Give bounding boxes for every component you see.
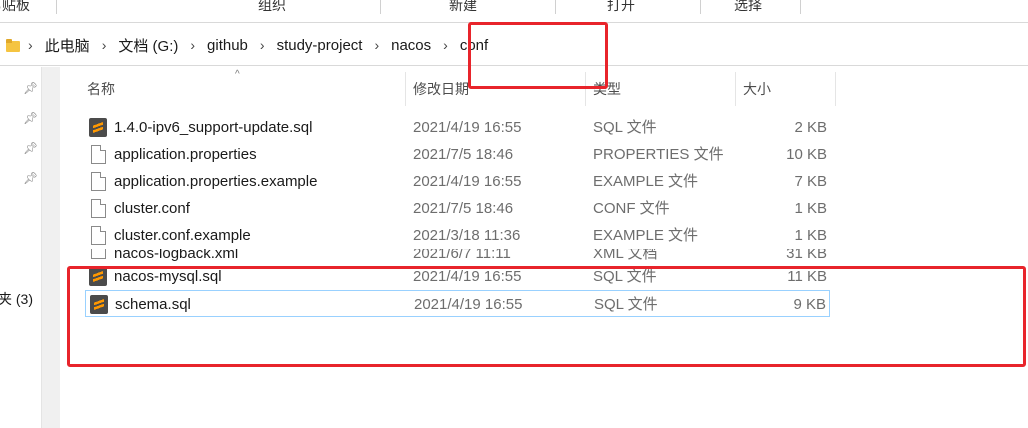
file-date: 2021/7/5 18:46: [413, 146, 514, 163]
breadcrumb-github[interactable]: github: [207, 37, 248, 54]
column-header-name[interactable]: 名称: [80, 72, 406, 106]
file-row[interactable]: nacos-logback.xml 2021/6/7 11:11 XML 文档 …: [85, 249, 830, 263]
file-size: 10 KB: [786, 146, 827, 163]
file-date: 2021/4/19 16:55: [413, 268, 522, 285]
document-icon: [91, 226, 106, 245]
file-row-selected[interactable]: schema.sql 2021/4/19 16:55 SQL 文件 9 KB: [85, 290, 830, 317]
column-header-size[interactable]: 大小: [736, 72, 836, 106]
file-list: 1.4.0-ipv6_support-update.sql 2021/4/19 …: [85, 114, 830, 317]
file-size: 7 KB: [794, 173, 827, 190]
breadcrumb-conf[interactable]: conf: [460, 37, 488, 54]
document-icon: [91, 172, 106, 191]
file-type: XML 文档: [593, 249, 658, 262]
file-size: 1 KB: [794, 200, 827, 217]
chevron-right-icon[interactable]: ›: [102, 37, 107, 53]
ribbon-group-new: 新建: [449, 0, 477, 13]
file-row[interactable]: cluster.conf 2021/7/5 18:46 CONF 文件 1 KB: [85, 195, 830, 222]
column-header-type[interactable]: 类型: [586, 72, 736, 106]
file-name: cluster.conf: [114, 200, 190, 217]
file-date: 2021/4/19 16:55: [413, 119, 522, 136]
chevron-right-icon[interactable]: ›: [260, 37, 265, 53]
file-type: EXAMPLE 文件: [593, 173, 699, 190]
file-type: CONF 文件: [593, 200, 670, 217]
folder-icon: [6, 38, 20, 52]
file-name: nacos-logback.xml: [114, 249, 239, 262]
ribbon-group-select: 选择: [734, 0, 762, 13]
file-date: 2021/4/19 16:55: [413, 173, 522, 190]
ribbon-group-labels: 剪贴板 组织 新建 打开 选择: [0, 0, 1028, 14]
pin-icon[interactable]: 📌︎: [23, 171, 38, 185]
breadcrumb-nacos[interactable]: nacos: [391, 37, 431, 54]
file-row[interactable]: application.properties.example 2021/4/19…: [85, 168, 830, 195]
file-row[interactable]: cluster.conf.example 2021/3/18 11:36 EXA…: [85, 222, 830, 249]
file-name: application.properties: [114, 146, 257, 163]
file-row[interactable]: 1.4.0-ipv6_support-update.sql 2021/4/19 …: [85, 114, 830, 141]
file-size: 1 KB: [794, 227, 827, 244]
breadcrumb-study-project[interactable]: study-project: [277, 37, 363, 54]
file-name: cluster.conf.example: [114, 227, 251, 244]
file-size: 11 KB: [787, 268, 827, 285]
ribbon-separator: [800, 0, 801, 14]
document-icon: [91, 199, 106, 218]
breadcrumb: › 此电脑 › 文档 (G:) › github › study-project…: [4, 27, 1028, 63]
sublime-sql-icon: [89, 118, 107, 137]
navigation-scrollbar[interactable]: [41, 67, 60, 428]
ribbon-separator: [56, 0, 57, 14]
pin-icon[interactable]: 📌︎: [23, 141, 38, 155]
address-bar[interactable]: › 此电脑 › 文档 (G:) › github › study-project…: [0, 22, 1028, 66]
chevron-right-icon[interactable]: ›: [443, 37, 448, 53]
file-type: SQL 文件: [593, 268, 657, 285]
ribbon-separator: [380, 0, 381, 14]
file-type: SQL 文件: [593, 119, 657, 136]
ribbon-group-clipboard: 剪贴板: [0, 0, 30, 13]
file-size: 31 KB: [786, 249, 827, 262]
sublime-sql-icon: [89, 267, 107, 286]
ribbon-group-organize: 组织: [258, 0, 286, 13]
file-name: 1.4.0-ipv6_support-update.sql: [114, 119, 313, 136]
file-name: nacos-mysql.sql: [114, 268, 222, 285]
file-type: SQL 文件: [594, 296, 658, 313]
file-type: PROPERTIES 文件: [593, 146, 724, 163]
breadcrumb-drive-g[interactable]: 文档 (G:): [118, 35, 178, 56]
chevron-right-icon[interactable]: ›: [28, 37, 33, 53]
chevron-right-icon[interactable]: ›: [374, 37, 379, 53]
ribbon-separator: [700, 0, 701, 14]
file-date: 2021/7/5 18:46: [413, 200, 514, 217]
file-size: 2 KB: [794, 119, 827, 136]
file-size: 9 KB: [793, 296, 826, 313]
ribbon-group-open: 打开: [607, 0, 635, 13]
file-row[interactable]: nacos-mysql.sql 2021/4/19 16:55 SQL 文件 1…: [85, 263, 830, 290]
file-type: EXAMPLE 文件: [593, 227, 699, 244]
pin-icon[interactable]: 📌︎: [23, 111, 38, 125]
document-icon: [91, 249, 106, 259]
document-icon: [91, 145, 106, 164]
pin-icon[interactable]: 📌︎: [23, 81, 38, 95]
column-headers: ^ 名称 修改日期 类型 大小: [80, 69, 840, 106]
file-name: application.properties.example: [114, 173, 318, 190]
file-date: 2021/4/19 16:55: [414, 296, 523, 313]
navigation-pane: 📌︎ 📌︎ 📌︎ 📌︎ 夹 (3): [0, 67, 60, 428]
file-date: 2021/3/18 11:36: [413, 227, 521, 244]
file-date: 2021/6/7 11:11: [413, 249, 511, 262]
column-header-date[interactable]: 修改日期: [406, 72, 586, 106]
file-name: schema.sql: [115, 296, 191, 313]
chevron-right-icon[interactable]: ›: [190, 37, 195, 53]
ribbon-separator: [555, 0, 556, 14]
breadcrumb-this-pc[interactable]: 此电脑: [45, 35, 90, 56]
sublime-sql-icon: [90, 295, 108, 314]
file-row[interactable]: application.properties 2021/7/5 18:46 PR…: [85, 141, 830, 168]
nav-item-folders[interactable]: 夹 (3): [0, 289, 33, 309]
